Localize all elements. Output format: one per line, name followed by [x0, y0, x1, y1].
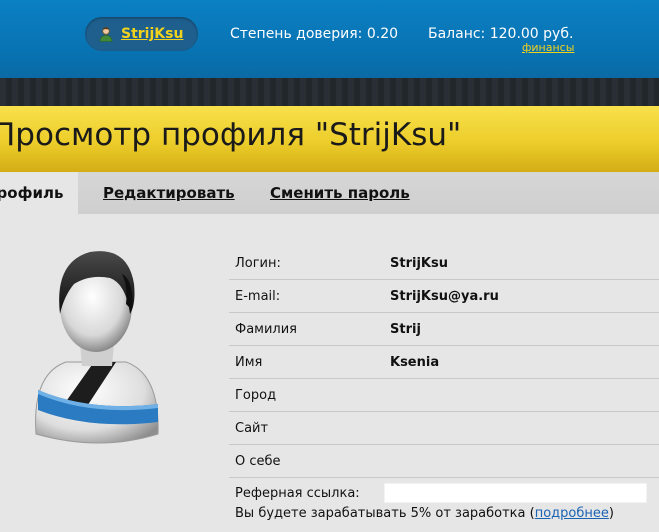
referral-link-field[interactable] — [384, 483, 647, 503]
row-label: E-mail: — [235, 289, 281, 304]
referral-label: Реферная ссылка: — [235, 486, 360, 501]
header-stripe — [0, 78, 659, 106]
tab-profile[interactable]: Профиль — [0, 172, 78, 214]
trust-level: Степень доверия: 0.20 — [230, 26, 399, 42]
row-label: Фамилия — [235, 322, 297, 337]
username-link[interactable]: StrijKsu — [121, 26, 183, 42]
tab-bar: Профиль Редактировать Сменить пароль — [0, 172, 659, 214]
row-label: Логин: — [235, 256, 281, 271]
finance-link[interactable]: финансы — [522, 41, 574, 54]
tab-edit[interactable]: Редактировать — [103, 184, 235, 202]
row-label: Город — [235, 388, 277, 403]
default-avatar-icon — [35, 251, 159, 444]
profile-row-about: О себе — [229, 445, 659, 478]
page-title: Просмотр профиля "StrijKsu" — [0, 117, 462, 153]
referral-note-close: ) — [608, 506, 614, 521]
row-value: Strij — [390, 322, 421, 337]
tab-profile-label: Профиль — [0, 184, 64, 202]
tab-change-password[interactable]: Сменить пароль — [270, 184, 410, 202]
referral-note: Вы будете зарабатывать 5% от заработка (… — [235, 506, 614, 521]
balance: Баланс: 120.00 руб. — [428, 26, 574, 42]
profile-row-email: E-mail: StrijKsu@ya.ru — [229, 280, 659, 313]
referral-more-link[interactable]: подробнее — [535, 506, 609, 521]
row-label: Сайт — [235, 421, 269, 436]
profile-row-city: Город — [229, 379, 659, 412]
profile-row-site: Сайт — [229, 412, 659, 445]
row-value: Ksenia — [390, 355, 440, 370]
user-badge[interactable]: StrijKsu — [85, 17, 198, 51]
row-value: StrijKsu — [390, 256, 448, 271]
row-value: StrijKsu@ya.ru — [390, 289, 499, 304]
referral-note-text: Вы будете зарабатывать 5% от заработка ( — [235, 506, 535, 521]
user-icon — [99, 27, 113, 42]
profile-row-name: Имя Ksenia — [229, 346, 659, 379]
row-label: О себе — [235, 454, 281, 469]
profile-row-surname: Фамилия Strij — [229, 313, 659, 346]
profile-row-login: Логин: StrijKsu — [229, 247, 659, 280]
row-label: Имя — [235, 355, 263, 370]
